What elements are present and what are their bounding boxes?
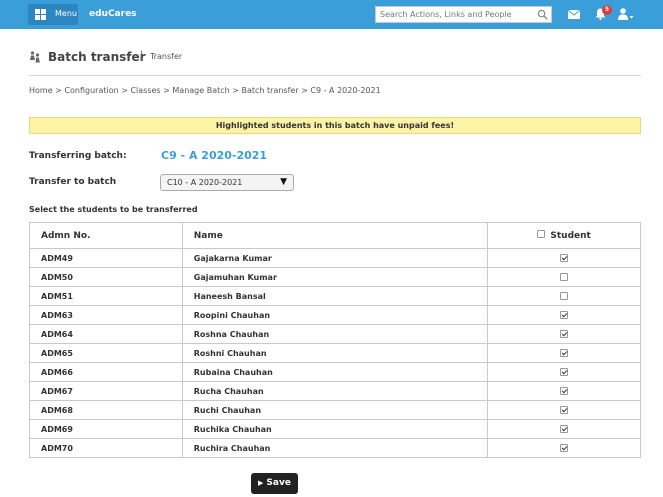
- user-account-icon[interactable]: [618, 8, 634, 20]
- batch-transfer-icon: [30, 51, 40, 63]
- student-select-cell: [487, 267, 641, 287]
- table-row: ADM64 Roshna Chauhan: [29, 324, 641, 344]
- student-select-cell: [487, 305, 641, 325]
- breadcrumb[interactable]: Home > Configuration > Classes > Manage …: [29, 86, 381, 95]
- student-checkbox[interactable]: [560, 292, 569, 300]
- transferring-batch-value: C9 - A 2020-2021: [161, 149, 268, 162]
- select-students-label: Select the students to be transferred: [29, 205, 198, 214]
- table-row: ADM69 Ruchika Chauhan: [29, 419, 641, 439]
- play-icon: ▶: [258, 479, 264, 487]
- student-select-cell: [487, 400, 641, 420]
- student-name-cell: Rucha Chauhan: [181, 381, 488, 401]
- student-select-cell: [487, 362, 641, 382]
- admn-no-cell: ADM67: [29, 381, 183, 401]
- student-select-cell: [487, 438, 641, 458]
- title-separator: |: [140, 50, 144, 61]
- table-row: ADM49 Gajakarna Kumar: [29, 248, 641, 268]
- column-header-name: Name: [181, 222, 489, 249]
- page-subtitle: Transfer: [150, 52, 183, 61]
- student-name-cell: Ruchira Chauhan: [181, 438, 488, 458]
- save-label: Save: [266, 478, 291, 488]
- table-row: ADM50 Gajamuhan Kumar: [29, 267, 641, 287]
- column-header-student: Student: [487, 222, 641, 249]
- student-name-cell: Gajamuhan Kumar: [181, 267, 488, 287]
- header-divider: [29, 75, 641, 76]
- admn-no-cell: ADM63: [29, 305, 183, 325]
- page-title: Batch transfer: [48, 50, 146, 64]
- admn-no-cell: ADM50: [29, 267, 183, 287]
- student-select-cell: [487, 381, 641, 401]
- transfer-to-batch-label: Transfer to batch: [29, 177, 117, 187]
- student-select-cell: [487, 324, 641, 344]
- select-all-checkbox[interactable]: [537, 230, 546, 238]
- table-row: ADM68 Ruchi Chauhan: [29, 400, 641, 420]
- brand-logo-text[interactable]: eduCares: [89, 9, 137, 19]
- admn-no-cell: ADM70: [29, 438, 183, 458]
- transfer-to-batch-select[interactable]: C10 - A 2020-2021 ▼: [160, 174, 294, 191]
- transferring-batch-label: Transferring batch:: [29, 151, 127, 161]
- student-checkbox[interactable]: [560, 311, 569, 319]
- table-row: ADM67 Rucha Chauhan: [29, 381, 641, 401]
- students-table: Admn No. Name Student ADM49 Gajakarna Kum…: [29, 222, 641, 458]
- admn-no-cell: ADM66: [29, 362, 183, 382]
- table-row: ADM70 Ruchira Chauhan: [29, 438, 641, 458]
- column-header-admn-no: Admn No.: [29, 222, 183, 249]
- table-row: ADM51 Haneesh Bansal: [29, 286, 641, 306]
- student-checkbox[interactable]: [560, 349, 569, 357]
- menu-label: Menu: [55, 9, 77, 18]
- student-select-cell: [487, 248, 641, 268]
- selected-batch-value: C10 - A 2020-2021: [167, 178, 243, 187]
- table-row: ADM65 Roshni Chauhan: [29, 343, 641, 363]
- student-name-cell: Ruchika Chauhan: [181, 419, 488, 439]
- admn-no-cell: ADM65: [29, 343, 183, 363]
- admn-no-cell: ADM64: [29, 324, 183, 344]
- table-header-row: Admn No. Name Student: [29, 222, 641, 249]
- unpaid-fees-alert: Highlighted students in this batch have …: [29, 117, 641, 134]
- admn-no-cell: ADM51: [29, 286, 183, 306]
- search-box[interactable]: [375, 6, 552, 23]
- student-name-cell: Roshni Chauhan: [181, 343, 488, 363]
- admn-no-cell: ADM68: [29, 400, 183, 420]
- student-checkbox[interactable]: [560, 273, 569, 281]
- menu-button[interactable]: Menu: [28, 4, 78, 25]
- student-checkbox[interactable]: [560, 368, 569, 376]
- student-header-label: Student: [550, 230, 591, 241]
- save-button[interactable]: ▶ Save: [251, 473, 298, 494]
- search-icon[interactable]: [537, 9, 548, 20]
- student-name-cell: Haneesh Bansal: [181, 286, 488, 306]
- grid-menu-icon: [35, 9, 46, 20]
- student-name-cell: Roshna Chauhan: [181, 324, 488, 344]
- student-checkbox[interactable]: [560, 254, 569, 262]
- notification-count-badge: 5: [602, 5, 612, 15]
- admn-no-cell: ADM49: [29, 248, 183, 268]
- student-checkbox[interactable]: [560, 330, 569, 338]
- student-checkbox[interactable]: [560, 387, 569, 395]
- student-checkbox[interactable]: [560, 444, 569, 452]
- admn-no-cell: ADM69: [29, 419, 183, 439]
- top-navbar: Menu eduCares 5: [0, 0, 663, 29]
- table-row: ADM63 Roopini Chauhan: [29, 305, 641, 325]
- student-select-cell: [487, 286, 641, 306]
- student-name-cell: Roopini Chauhan: [181, 305, 488, 325]
- student-checkbox[interactable]: [560, 425, 569, 433]
- search-input[interactable]: [376, 7, 531, 22]
- student-name-cell: Gajakarna Kumar: [181, 248, 488, 268]
- dropdown-caret-icon: ▼: [280, 177, 287, 187]
- mail-icon[interactable]: [568, 10, 580, 19]
- student-checkbox[interactable]: [560, 406, 569, 414]
- student-select-cell: [487, 419, 641, 439]
- student-name-cell: Ruchi Chauhan: [181, 400, 488, 420]
- student-select-cell: [487, 343, 641, 363]
- student-name-cell: Rubaina Chauhan: [181, 362, 488, 382]
- table-row: ADM66 Rubaina Chauhan: [29, 362, 641, 382]
